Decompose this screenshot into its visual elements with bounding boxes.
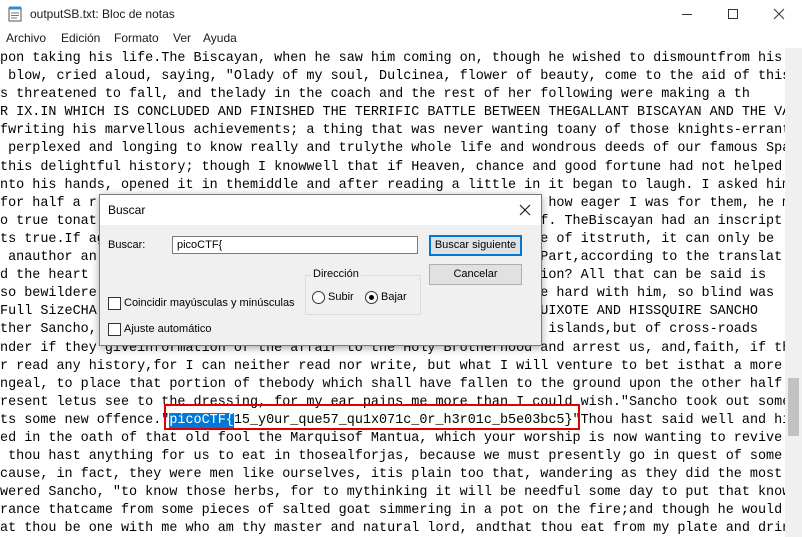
- text-line: ed in the oath of that old fool the Marq…: [0, 430, 783, 446]
- close-icon[interactable]: [517, 202, 533, 218]
- dialog-title: Buscar: [108, 203, 146, 217]
- text-line: blow, cried aloud, saying, "Olady of my …: [0, 69, 785, 85]
- text-line: rance thatcame from some pieces of salte…: [0, 503, 783, 519]
- menu-formato[interactable]: Formato: [114, 31, 159, 45]
- text-line: r read any history,for I can neither rea…: [0, 358, 783, 374]
- maximize-icon: [728, 9, 738, 19]
- text-line: perplexed and longing to know really and…: [0, 141, 785, 157]
- text-line: nto his hands, opened it in themiddle an…: [0, 177, 785, 193]
- title-bar[interactable]: outputSB.txt: Bloc de notas: [0, 0, 802, 28]
- minimize-icon: [682, 14, 692, 15]
- direction-up-radio[interactable]: [312, 291, 325, 304]
- dialog-title-bar[interactable]: Buscar: [100, 195, 541, 225]
- menu-bar: Archivo Edición Formato Ver Ayuda: [0, 28, 802, 48]
- line-suffix: "Thou hast said well and his: [572, 412, 785, 428]
- menu-ver[interactable]: Ver: [173, 31, 191, 45]
- text-line: s threatened to fall, and thelady in the…: [0, 87, 750, 103]
- line-prefix: ts some new offence.": [0, 412, 170, 428]
- window-title: outputSB.txt: Bloc de notas: [30, 7, 175, 21]
- menu-ayuda[interactable]: Ayuda: [203, 31, 237, 45]
- direction-up-label: Subir: [328, 291, 354, 303]
- direction-down-label: Bajar: [381, 291, 407, 303]
- text-line: thou hast anything for us to eat in thos…: [0, 449, 783, 465]
- vertical-scrollbar[interactable]: [785, 48, 802, 537]
- find-dialog: Buscar Buscar: Buscar siguiente Cancelar…: [99, 194, 542, 346]
- close-icon: [773, 8, 785, 20]
- find-next-button[interactable]: Buscar siguiente: [429, 235, 522, 256]
- text-line: cause, in fact, they were men like ourse…: [0, 467, 783, 483]
- text-line: R IX.IN WHICH IS CONCLUDED AND FINISHED …: [0, 105, 785, 121]
- cancel-button[interactable]: Cancelar: [429, 264, 522, 285]
- search-label: Buscar:: [108, 239, 146, 251]
- notepad-icon: [8, 6, 22, 22]
- flag-highlight-box: [164, 404, 580, 430]
- match-case-checkbox[interactable]: [108, 297, 121, 310]
- text-line: ngeal, to place that portion of thebody …: [0, 376, 783, 392]
- wrap-around-checkbox[interactable]: [108, 323, 121, 336]
- search-input[interactable]: [172, 236, 418, 254]
- text-line: this delightful history; though I knowwe…: [0, 159, 783, 175]
- match-case-label: Coincidir mayúsculas y minúsculas: [124, 297, 295, 309]
- maximize-button[interactable]: [710, 0, 756, 28]
- close-button[interactable]: [756, 0, 802, 28]
- wrap-around-label: Ajuste automático: [124, 323, 212, 335]
- minimize-button[interactable]: [664, 0, 710, 28]
- text-line: at thou be one with me who am thy master…: [0, 521, 785, 537]
- menu-archivo[interactable]: Archivo: [6, 31, 46, 45]
- scrollbar-thumb[interactable]: [788, 378, 799, 436]
- text-line: wered Sancho, "to know those herbs, for …: [0, 485, 785, 501]
- text-line: fwriting his marvellous achievements; a …: [0, 123, 785, 139]
- menu-edicion[interactable]: Edición: [61, 31, 100, 45]
- text-line: pon taking his life.The Biscayan, when h…: [0, 51, 783, 66]
- direction-down-radio[interactable]: [365, 291, 378, 304]
- direction-label: Dirección: [311, 268, 361, 280]
- radio-selected-dot: [369, 295, 374, 300]
